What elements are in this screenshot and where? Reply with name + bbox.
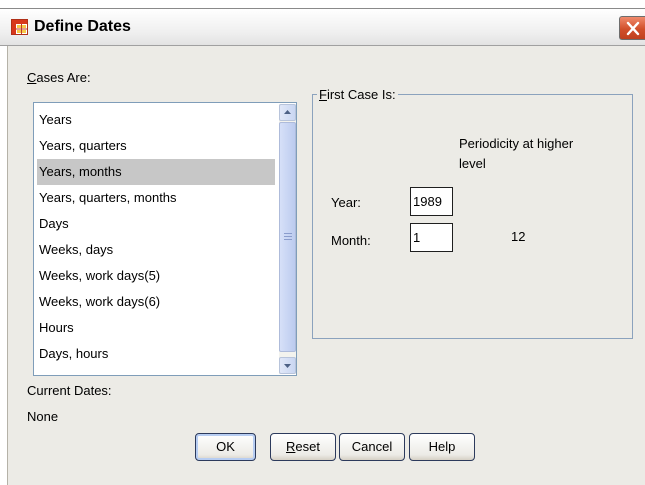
list-item-weeks-work-days-5[interactable]: Weeks, work days(5) [37,263,275,289]
grid-table-icon [11,19,28,35]
list-item-hours[interactable]: Hours [37,315,275,341]
title-bar[interactable]: Define Dates [0,8,645,46]
month-label: Month: [331,233,371,248]
list-item-years[interactable]: Years [37,107,275,133]
year-label: Year: [331,195,361,210]
window-title: Define Dates [34,18,131,35]
list-item-years-quarters-months[interactable]: Years, quarters, months [37,185,275,211]
year-field[interactable] [410,187,453,216]
cases-are-listbox[interactable]: Years Years, quarters Years, months Year… [33,102,297,376]
cancel-button[interactable]: Cancel [339,433,405,461]
reset-button[interactable]: Reset [270,433,336,461]
list-item-weeks-work-days-6[interactable]: Weeks, work days(6) [37,289,275,315]
grip-line [284,233,292,234]
scroll-down-button[interactable] [279,357,296,374]
ok-button[interactable]: OK [195,433,256,461]
list-item-weeks-days[interactable]: Weeks, days [37,237,275,263]
current-dates-value: None [27,409,59,424]
grip-line [284,239,292,240]
scroll-thumb[interactable] [279,122,296,352]
list-item-days-hours[interactable]: Days, hours [37,341,275,367]
list-item-years-quarters[interactable]: Years, quarters [37,133,275,159]
periodicity-header-line1: Periodicity at higher [459,136,574,151]
periodicity-header-line2: level [459,156,486,171]
grip-line [284,236,292,237]
month-periodicity-value: 12 [511,229,526,244]
scroll-up-button[interactable] [279,104,296,121]
cases-are-label: Cases Are: [27,70,91,85]
arrow-down-icon [284,364,291,368]
first-case-legend: First Case Is: [317,87,398,102]
list-item-years-months[interactable]: Years, months [37,159,275,185]
close-x-icon [626,21,640,36]
close-button[interactable] [619,16,645,40]
listbox-scrollbar[interactable] [279,104,296,374]
first-case-group: First Case Is: [312,87,633,339]
help-button[interactable]: Help [409,433,475,461]
define-dates-dialog: Define Dates Cases Are: Years Years, qua… [0,0,645,485]
arrow-up-icon [284,110,291,114]
current-dates-label: Current Dates: [27,383,112,398]
month-field[interactable] [410,223,453,252]
dialog-body: Cases Are: Years Years, quarters Years, … [7,46,645,485]
list-item-days[interactable]: Days [37,211,275,237]
